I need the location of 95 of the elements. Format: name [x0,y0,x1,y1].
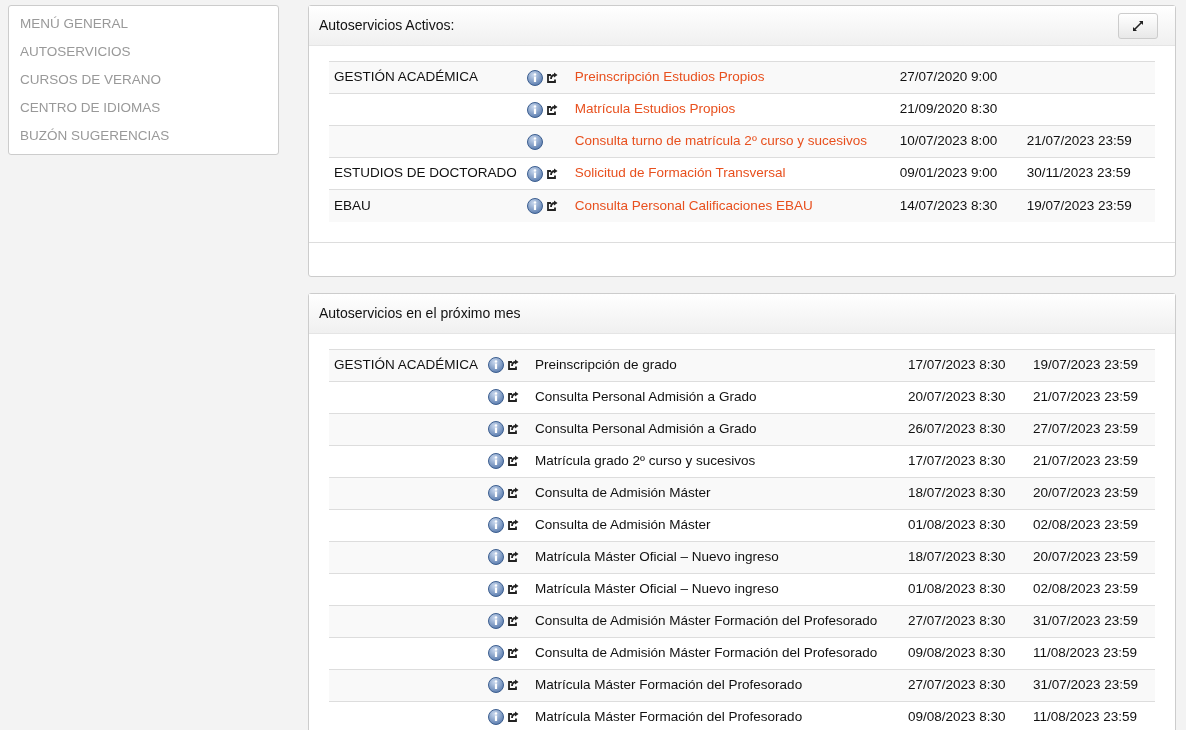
start-date-cell: 27/07/2020 9:00 [894,61,1022,94]
info-icon[interactable] [488,389,505,405]
service-link[interactable]: Solicitud de Formación Transversal [574,165,786,181]
service-name: Matrícula Máster Formación del Profesorado [530,669,904,701]
expand-icon [1132,19,1144,32]
share-arrow-icon[interactable] [507,487,520,499]
share-arrow-icon[interactable] [507,519,520,531]
service-name: Matrícula Máster Formación del Profesorado [530,701,904,730]
info-icon[interactable] [488,709,505,726]
share-arrow-icon[interactable] [507,583,520,595]
share-arrow-icon[interactable] [507,391,520,403]
start-date-cell: 17/07/2023 8:30 [903,445,1029,477]
service-name: Matrícula Máster Oficial – Nuevo ingreso [530,573,904,605]
service-name: Matrícula Máster Oficial – Nuevo ingreso [530,541,904,573]
start-date-cell: 20/07/2023 8:30 [903,381,1029,413]
panel-title: Autoservicios Activos: [319,16,455,35]
info-icon[interactable] [488,517,505,533]
end-date-cell: 21/07/2023 23:59 [1028,381,1155,413]
info-icon[interactable] [526,69,543,86]
share-arrow-icon[interactable] [545,199,558,212]
share-arrow-icon[interactable] [507,679,520,691]
end-date-cell: 11/08/2023 23:59 [1028,701,1155,730]
end-date-cell: 19/07/2023 23:59 [1028,349,1155,381]
end-date-cell: 02/08/2023 23:59 [1028,573,1155,605]
start-date-cell: 18/07/2023 8:30 [903,541,1029,573]
end-date-cell: 11/08/2023 23:59 [1028,637,1155,669]
share-arrow-icon[interactable] [545,103,558,116]
menu-item[interactable]: AUTOSERVICIOS [9,38,278,66]
end-date-cell: 31/07/2023 23:59 [1028,605,1155,637]
service-name: Consulta Personal Admisión a Grado [530,381,904,413]
end-date-cell: 30/11/2023 23:59 [1021,157,1155,190]
start-date-cell: 17/07/2023 8:30 [903,349,1029,381]
category-cell: GESTIÓN ACADÉMICA [329,61,522,94]
menu-item[interactable]: MENÚ GENERAL [9,10,278,38]
menu-item[interactable]: CENTRO DE IDIOMAS [9,94,278,122]
share-arrow-icon[interactable] [507,711,520,724]
info-icon[interactable] [488,645,505,661]
info-icon[interactable] [526,133,543,150]
panel-title: Autoservicios en el próximo mes [319,303,521,323]
expand-button[interactable] [1118,12,1158,39]
end-date-cell: 20/07/2023 23:59 [1028,541,1155,573]
info-icon[interactable] [488,357,505,373]
share-arrow-icon[interactable] [507,423,520,435]
end-date-cell: 21/07/2023 23:59 [1028,445,1155,477]
start-date-cell: 14/07/2023 8:30 [894,189,1022,222]
share-arrow-icon[interactable] [545,71,558,84]
start-date-cell: 27/07/2023 8:30 [903,605,1029,637]
service-link[interactable]: Matrícula Estudios Propios [574,101,736,117]
info-icon[interactable] [526,165,543,182]
end-date-cell: 21/07/2023 23:59 [1021,125,1155,158]
service-link[interactable]: Consulta Personal Calificaciones EBAU [574,197,813,213]
service-name: Consulta de Admisión Máster [530,477,904,509]
category-cell: ESTUDIOS DE DOCTORADO [329,157,522,190]
share-arrow-icon[interactable] [507,551,520,563]
info-icon[interactable] [488,485,505,501]
info-icon[interactable] [526,197,543,214]
info-icon[interactable] [488,421,505,437]
start-date-cell: 09/08/2023 8:30 [903,701,1029,730]
info-icon[interactable] [488,613,505,629]
menu-item[interactable]: BUZÓN SUGERENCIAS [9,122,278,150]
end-date-cell: 27/07/2023 23:59 [1028,413,1155,445]
share-arrow-icon[interactable] [507,647,520,659]
info-icon[interactable] [488,581,505,597]
start-date-cell: 01/08/2023 8:30 [903,573,1029,605]
service-name: Consulta de Admisión Máster [530,509,904,541]
start-date-cell: 18/07/2023 8:30 [903,477,1029,509]
end-date-cell: 02/08/2023 23:59 [1028,509,1155,541]
info-icon[interactable] [488,453,505,469]
service-link[interactable]: Consulta turno de matrícula 2º curso y sucesivos [574,133,868,149]
menu-item[interactable]: CURSOS DE VERANO [9,66,278,94]
end-date-cell: 31/07/2023 23:59 [1028,669,1155,701]
service-name: Preinscripción de grado [530,349,904,381]
info-icon[interactable] [488,549,505,565]
share-arrow-icon[interactable] [507,615,520,627]
share-arrow-icon[interactable] [507,359,520,371]
info-icon[interactable] [526,101,543,118]
service-link[interactable]: Preinscripción Estudios Propios [574,69,765,85]
start-date-cell: 26/07/2023 8:30 [903,413,1029,445]
start-date-cell: 27/07/2023 8:30 [903,669,1029,701]
start-date-cell: 09/01/2023 9:00 [894,157,1022,190]
service-name: Consulta Personal Admisión a Grado [530,413,904,445]
info-icon[interactable] [488,677,505,693]
service-name: Matrícula grado 2º curso y sucesivos [530,445,904,477]
start-date-cell: 09/08/2023 8:30 [903,637,1029,669]
service-name: Consulta de Admisión Máster Formación del Profesorado [530,605,904,637]
category-cell: GESTIÓN ACADÉMICA [329,349,484,381]
service-name: Consulta de Admisión Máster Formación del Profesorado [530,637,904,669]
start-date-cell: 10/07/2023 8:00 [894,125,1022,158]
start-date-cell: 01/08/2023 8:30 [903,509,1029,541]
category-cell: EBAU [329,189,522,222]
share-arrow-icon[interactable] [545,167,558,180]
start-date-cell: 21/09/2020 8:30 [894,93,1022,126]
end-date-cell: 20/07/2023 23:59 [1028,477,1155,509]
share-arrow-icon[interactable] [507,455,520,467]
end-date-cell: 19/07/2023 23:59 [1021,189,1155,222]
